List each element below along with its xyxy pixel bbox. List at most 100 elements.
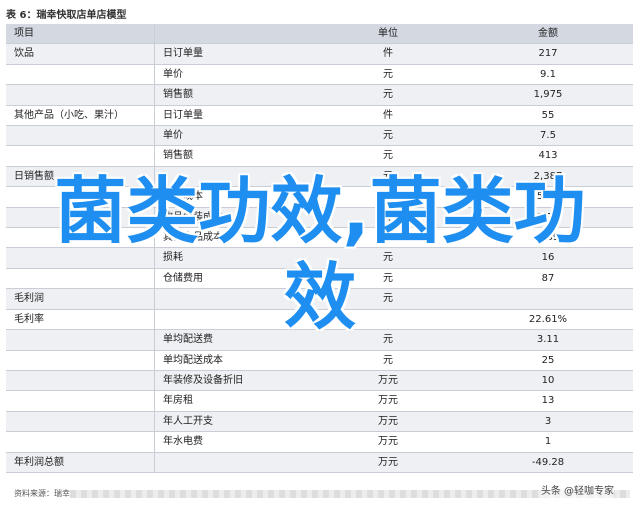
row-item <box>6 431 155 453</box>
row-subitem: 日订单量 <box>154 105 313 127</box>
table-row: 年房租 万元 13 <box>6 390 633 412</box>
row-subitem: 单均配送成本 <box>154 350 313 371</box>
table-row: 饮品包装成本元 5.70 <box>6 207 633 229</box>
table-row: 年水电费 万元 1 <box>6 431 633 453</box>
row-item <box>6 125 155 147</box>
table-row: 销售额元 1,975 <box>6 84 633 106</box>
row-item: 其他产品（小吃、果汁） <box>6 105 155 127</box>
row-amount: 3.11 <box>463 329 633 351</box>
row-item: 年利润总额 <box>6 452 155 473</box>
row-subitem: 年水电费 <box>154 431 313 453</box>
table-row: 年人工开支 万元 3 <box>6 411 633 433</box>
row-amount: -49.28 <box>463 452 633 473</box>
row-amount: 16 <box>463 247 633 269</box>
row-unit: 万元 <box>313 370 463 392</box>
row-amount: 7.5 <box>463 125 633 147</box>
table-row: 毛利率 22.61% <box>6 309 633 331</box>
table-row: 仓储费用元 87 <box>6 268 633 290</box>
table-row: 年装修及设备折旧 万元 10 <box>6 370 633 392</box>
table-row: 毛利润 元 <box>6 288 633 310</box>
data-table: 项目 单位 金额 饮品 日订单量件 217 单价元 9.1 销售额元 1,975 其他产品（小… <box>6 24 633 473</box>
table-row: 损耗元 16 <box>6 247 633 269</box>
row-unit: 万元 <box>313 411 463 433</box>
header-blank <box>154 24 313 45</box>
row-subitem: 日订单量 <box>154 43 313 65</box>
row-unit: 万元 <box>313 390 463 412</box>
footer: 资料来源：瑞幸 头条 @轻咖专家 <box>6 484 634 502</box>
row-subitem: 食品成本 <box>154 186 313 208</box>
row-amount: 25 <box>463 350 633 371</box>
row-unit: 件 <box>313 105 463 127</box>
row-amount: 5.90 <box>463 186 633 208</box>
row-item: 饮品 <box>6 43 155 65</box>
table-row: 食品成本元 5.90 <box>6 186 633 208</box>
row-unit: 件 <box>313 43 463 65</box>
row-subitem <box>154 288 313 310</box>
row-amount: 217 <box>463 43 633 65</box>
row-item <box>6 145 155 167</box>
row-amount: 55 <box>463 105 633 127</box>
table-header-row: 项目 单位 金额 <box>6 24 633 45</box>
row-subitem: 单均配送费 <box>154 329 313 351</box>
table-row: 年利润总额 万元 -49.28 <box>6 452 633 473</box>
row-item <box>6 268 155 290</box>
header-unit: 单位 <box>313 24 463 45</box>
row-amount: 5.70 <box>463 207 633 229</box>
row-subitem <box>154 309 313 331</box>
row-amount: 22.61% <box>463 309 633 331</box>
table-caption: 表 6：瑞幸快取店单店模型 <box>6 10 127 21</box>
table-row: 销售额元 413 <box>6 145 633 167</box>
row-item: 毛利率 <box>6 309 155 331</box>
row-unit: 元 <box>313 145 463 167</box>
row-amount: 13 <box>463 390 633 412</box>
row-amount: 9.1 <box>463 64 633 86</box>
row-unit: 元 <box>313 268 463 290</box>
row-item <box>6 411 155 433</box>
row-unit: 元 <box>313 207 463 229</box>
table-row: 单均配送费元 3.11 <box>6 329 633 351</box>
row-subitem: 单价 <box>154 64 313 86</box>
row-amount: 0.69 <box>463 227 633 249</box>
row-subitem: 销售额 <box>154 145 313 167</box>
row-unit: 元 <box>313 288 463 310</box>
row-amount <box>463 288 633 310</box>
row-unit: 元 <box>313 84 463 106</box>
row-item <box>6 227 155 249</box>
row-amount: 10 <box>463 370 633 392</box>
row-unit: 元 <box>313 166 463 188</box>
row-unit: 元 <box>313 125 463 147</box>
table-row: 其他产品（小吃、果汁） 日订单量件 55 <box>6 105 633 127</box>
table-row: 其他产品成本元 0.69 <box>6 227 633 249</box>
row-amount: 2,387 <box>463 166 633 188</box>
row-subitem <box>154 166 313 188</box>
row-item <box>6 247 155 269</box>
header-amount: 金额 <box>463 24 633 45</box>
row-item: 日销售额 <box>6 166 155 188</box>
row-subitem: 年装修及设备折旧 <box>154 370 313 392</box>
row-item <box>6 329 155 351</box>
row-item <box>6 186 155 208</box>
row-unit: 万元 <box>313 452 463 473</box>
row-item <box>6 207 155 229</box>
row-unit: 元 <box>313 350 463 371</box>
row-subitem <box>154 452 313 473</box>
row-amount: 1 <box>463 431 633 453</box>
row-subitem: 年房租 <box>154 390 313 412</box>
row-unit: 元 <box>313 186 463 208</box>
row-subitem: 其他产品成本 <box>154 227 313 249</box>
row-amount: 413 <box>463 145 633 167</box>
row-item <box>6 390 155 412</box>
footer-source: 资料来源：瑞幸 <box>14 489 70 498</box>
row-amount: 1,975 <box>463 84 633 106</box>
watermark: 头条 @轻咖专家 <box>540 484 614 500</box>
row-amount: 87 <box>463 268 633 290</box>
table-row: 单价元 7.5 <box>6 125 633 147</box>
table-row: 单价元 9.1 <box>6 64 633 86</box>
row-item <box>6 370 155 392</box>
row-unit: 元 <box>313 64 463 86</box>
row-item <box>6 64 155 86</box>
row-subitem: 损耗 <box>154 247 313 269</box>
header-project: 项目 <box>6 24 155 45</box>
row-subitem: 饮品包装成本 <box>154 207 313 229</box>
row-subitem: 单价 <box>154 125 313 147</box>
